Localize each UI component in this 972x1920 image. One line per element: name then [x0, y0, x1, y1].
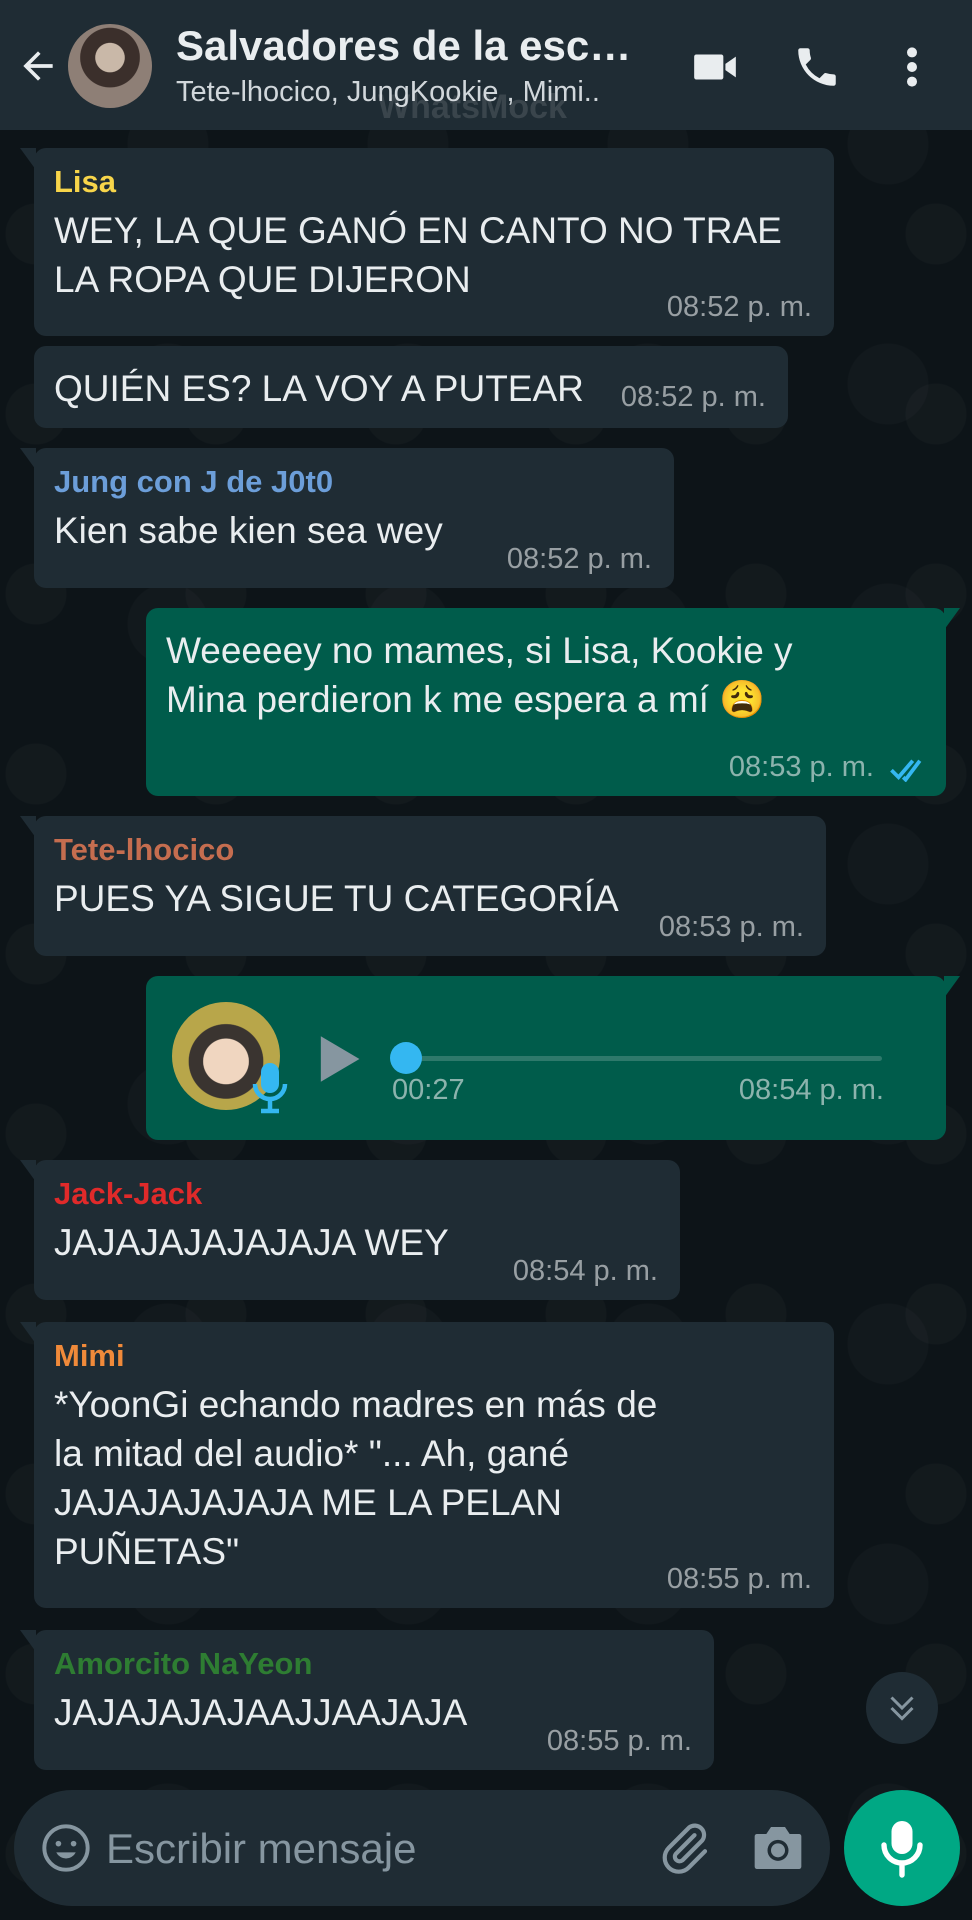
message-input[interactable] — [104, 1818, 638, 1880]
emoji-icon[interactable] — [40, 1822, 92, 1874]
message-time: 08:53 p. m. — [658, 911, 804, 943]
back-arrow-icon[interactable] — [16, 44, 60, 88]
message-time: 08:53 p. m. — [728, 751, 874, 783]
message-sender: Mimi — [54, 1338, 125, 1373]
voice-record-button[interactable] — [844, 1790, 960, 1906]
more-options-icon[interactable] — [898, 42, 926, 92]
message-bubble-outgoing[interactable]: Weeeeey no mames, si Lisa, Kookie y Mina… — [146, 608, 960, 796]
message-bubble[interactable]: Mimi *YoonGi echando madres en más de la… — [20, 1322, 834, 1608]
video-call-icon[interactable] — [690, 42, 740, 92]
play-icon[interactable] — [316, 1034, 362, 1084]
message-composer — [14, 1790, 830, 1906]
message-bubble[interactable]: Amorcito NaYeon JAJAJAJAJAAJJAAJAJA 08:5… — [20, 1630, 714, 1770]
message-sender: Tete-lhocico — [54, 832, 235, 867]
message-sender: Jack-Jack — [54, 1176, 203, 1211]
microphone-icon — [252, 1063, 288, 1114]
message-bubble[interactable]: Jack-Jack JAJAJAJAJAJAJA WEY 08:54 p. m. — [20, 1160, 680, 1300]
message-sender: Lisa — [54, 164, 117, 199]
paperclip-icon[interactable] — [656, 1818, 712, 1878]
message-text: Weeeeey no mames, si Lisa, Kookie y Mina… — [166, 630, 793, 720]
message-bubble[interactable]: Tete-lhocico PUES YA SIGUE TU CATEGORÍA … — [20, 816, 826, 956]
message-bubble[interactable]: Lisa WEY, LA QUE GANÓ EN CANTO NO TRAE L… — [20, 148, 834, 336]
message-sender: Jung con J de J0t0 — [54, 464, 334, 499]
message-time: 08:54 p. m. — [738, 1074, 884, 1106]
message-text: WEY, LA QUE GANÓ EN CANTO NO TRAE LA ROP… — [54, 210, 782, 300]
camera-icon[interactable] — [750, 1822, 806, 1874]
scroll-to-bottom-button[interactable] — [866, 1672, 938, 1744]
message-text: *YoonGi echando madres en más de la mita… — [54, 1384, 658, 1572]
chat-title[interactable]: Salvadores de la escu… — [176, 22, 656, 70]
audio-seek-handle[interactable] — [390, 1042, 422, 1074]
phone-call-icon[interactable] — [792, 42, 842, 92]
message-sender: Amorcito NaYeon — [54, 1646, 313, 1681]
voice-message-bubble[interactable]: 00:27 08:54 p. m. — [146, 976, 960, 1140]
message-time: 08:54 p. m. — [512, 1255, 658, 1287]
message-time: 08:55 p. m. — [666, 1563, 812, 1595]
message-time: 08:52 p. m. — [620, 381, 766, 413]
voice-duration: 00:27 — [392, 1074, 465, 1106]
double-chevron-down-icon — [890, 1696, 914, 1721]
message-time: 08:55 p. m. — [546, 1725, 692, 1757]
group-avatar[interactable] — [68, 24, 152, 108]
message-bubble[interactable]: QUIÉN ES? LA VOY A PUTEAR 08:52 p. m. — [34, 346, 788, 428]
message-time: 08:52 p. m. — [666, 291, 812, 323]
message-bubble[interactable]: Jung con J de J0t0 Kien sabe kien sea we… — [20, 448, 674, 588]
microphone-icon — [881, 1821, 923, 1878]
read-receipt-icon — [890, 759, 922, 782]
message-time: 08:52 p. m. — [506, 543, 652, 575]
app-watermark: WhatsMock — [378, 88, 567, 126]
audio-seekbar[interactable] — [394, 1056, 882, 1061]
